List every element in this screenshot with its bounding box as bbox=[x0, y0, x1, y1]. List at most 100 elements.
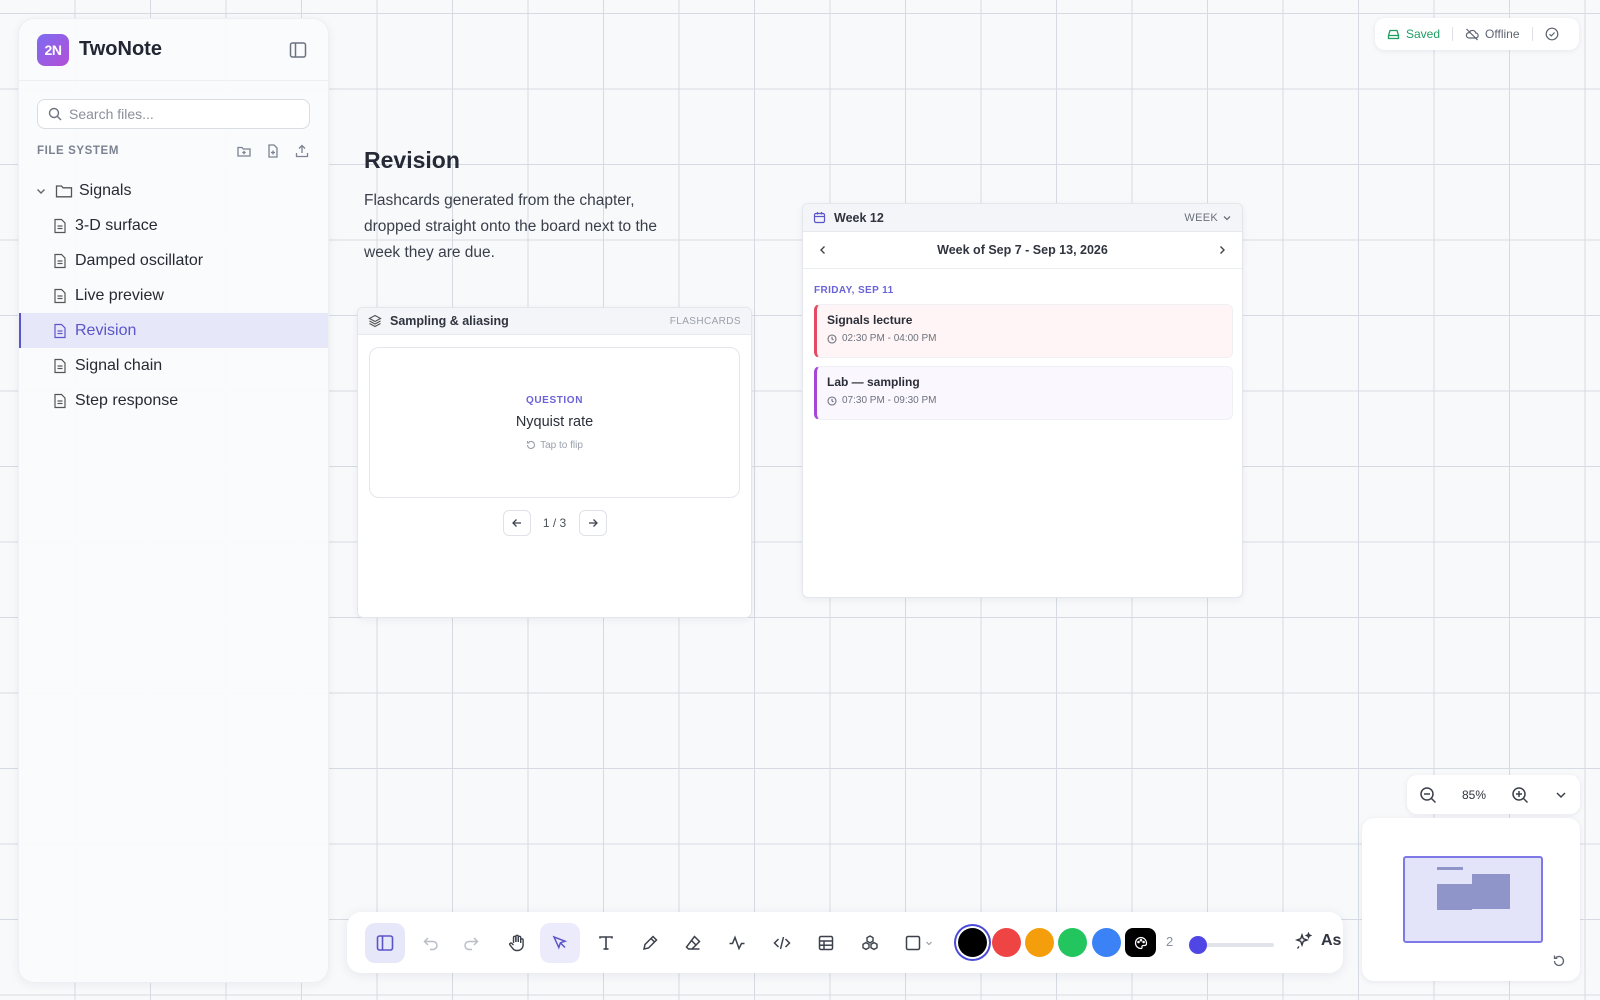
components-tool-button[interactable] bbox=[850, 923, 890, 963]
arrow-left-icon bbox=[511, 517, 523, 529]
card-position: 1 / 3 bbox=[542, 516, 567, 530]
square-icon bbox=[904, 934, 922, 952]
flashcard-term: Nyquist rate bbox=[515, 413, 594, 430]
board-title[interactable]: Revision bbox=[364, 147, 460, 174]
chevron-left-icon[interactable] bbox=[817, 244, 829, 256]
sidebar-toggle-icon[interactable] bbox=[286, 38, 310, 62]
day-label: FRIDAY, SEP 11 bbox=[814, 285, 894, 296]
calendar-widget[interactable]: Week 12 WEEK Week of Sep 7 - Sep 13, 202… bbox=[802, 203, 1243, 598]
redo-icon bbox=[462, 934, 480, 952]
ask-ai-label: As bbox=[1321, 932, 1342, 949]
event-title: Signals lecture bbox=[827, 313, 913, 327]
new-file-icon[interactable] bbox=[264, 143, 281, 160]
rotate-icon bbox=[526, 440, 536, 450]
upload-icon[interactable] bbox=[293, 143, 310, 160]
zoom-in-icon[interactable] bbox=[1511, 786, 1529, 804]
next-card-button[interactable] bbox=[578, 510, 607, 536]
sidebar-icon bbox=[375, 933, 395, 953]
minimap[interactable] bbox=[1362, 818, 1580, 981]
sidebar-toggle-button[interactable] bbox=[365, 923, 405, 963]
calendar-header[interactable]: Week 12 WEEK bbox=[803, 204, 1242, 232]
event-time-label: 02:30 PM - 04:00 PM bbox=[842, 333, 937, 344]
color-swatch-green[interactable] bbox=[1058, 928, 1087, 957]
color-swatch-black[interactable] bbox=[958, 928, 987, 957]
undo-icon bbox=[422, 934, 440, 952]
stroke-width-slider-thumb[interactable] bbox=[1189, 936, 1207, 954]
text-icon bbox=[597, 934, 615, 952]
calendar-event[interactable]: Lab — sampling 07:30 PM - 09:30 PM bbox=[814, 366, 1233, 420]
code-tool-button[interactable] bbox=[762, 923, 802, 963]
zoom-level: 85% bbox=[1461, 787, 1487, 802]
view-selector[interactable]: WEEK bbox=[1184, 212, 1232, 224]
pen-icon bbox=[641, 934, 659, 952]
table-icon bbox=[817, 934, 835, 952]
layers-icon bbox=[368, 314, 382, 328]
prev-card-button[interactable] bbox=[502, 510, 531, 536]
week-range: Week of Sep 7 - Sep 13, 2026 bbox=[937, 243, 1108, 257]
calendar-event[interactable]: Signals lecture 02:30 PM - 04:00 PM bbox=[814, 304, 1233, 358]
table-tool-button[interactable] bbox=[806, 923, 846, 963]
file-tree: Signals 3-D surface Damped oscillator Li… bbox=[19, 173, 328, 418]
app-title: TwoNote bbox=[79, 38, 162, 60]
arrow-right-icon bbox=[587, 517, 599, 529]
ask-ai-button[interactable]: As bbox=[1295, 932, 1341, 950]
folder-signals[interactable]: Signals bbox=[19, 173, 328, 208]
minimap-calendar-block bbox=[1472, 874, 1510, 909]
sidebar-header: 2N TwoNote bbox=[19, 19, 328, 81]
document-icon bbox=[53, 253, 69, 269]
new-folder-icon[interactable] bbox=[235, 143, 252, 160]
minimap-text-block bbox=[1437, 867, 1463, 870]
text-tool-button[interactable] bbox=[586, 923, 626, 963]
event-title: Lab — sampling bbox=[827, 375, 920, 389]
flashcard-pager: 1 / 3 bbox=[358, 510, 751, 536]
drawing-toolbar: 2 As bbox=[347, 912, 1343, 973]
board-description[interactable]: Flashcards generated from the chapter, d… bbox=[364, 188, 664, 266]
redo-button[interactable] bbox=[451, 923, 491, 963]
zoom-out-icon[interactable] bbox=[1419, 786, 1437, 804]
document-icon bbox=[53, 218, 69, 234]
undo-button[interactable] bbox=[411, 923, 451, 963]
search-input[interactable] bbox=[69, 106, 289, 122]
week-navigation: Week of Sep 7 - Sep 13, 2026 bbox=[803, 232, 1242, 269]
line-tool-button[interactable] bbox=[717, 923, 757, 963]
sparkles-icon bbox=[1295, 932, 1313, 950]
select-tool-button[interactable] bbox=[540, 923, 580, 963]
file-item-signal-chain[interactable]: Signal chain bbox=[19, 348, 328, 383]
drive-icon bbox=[1387, 28, 1400, 41]
reset-view-icon[interactable] bbox=[1552, 954, 1566, 968]
chevron-down-icon[interactable] bbox=[1554, 788, 1568, 802]
file-system-label: FILE SYSTEM bbox=[37, 145, 119, 157]
color-swatch-red[interactable] bbox=[992, 928, 1021, 957]
custom-color-button[interactable] bbox=[1125, 928, 1156, 957]
file-item-revision[interactable]: Revision bbox=[19, 313, 328, 348]
flashcards-widget[interactable]: Sampling & aliasing FLASHCARDS QUESTION … bbox=[357, 307, 752, 618]
file-item-3d-surface[interactable]: 3-D surface bbox=[19, 208, 328, 243]
cursor-icon bbox=[551, 934, 569, 952]
palette-icon bbox=[1134, 936, 1148, 950]
offline-status[interactable]: Offline bbox=[1465, 27, 1520, 41]
file-item-step-response[interactable]: Step response bbox=[19, 383, 328, 418]
file-item-live-preview[interactable]: Live preview bbox=[19, 278, 328, 313]
eraser-tool-button[interactable] bbox=[673, 923, 713, 963]
chevron-right-icon[interactable] bbox=[1216, 244, 1228, 256]
status-bar: Saved Offline bbox=[1375, 18, 1579, 50]
flashcards-header[interactable]: Sampling & aliasing FLASHCARDS bbox=[358, 308, 751, 335]
pen-tool-button[interactable] bbox=[630, 923, 670, 963]
search-box[interactable] bbox=[37, 99, 310, 129]
document-icon bbox=[53, 323, 69, 339]
check-circle-icon[interactable] bbox=[1545, 27, 1559, 41]
color-swatch-blue[interactable] bbox=[1092, 928, 1121, 957]
stroke-width-value: 2 bbox=[1166, 934, 1174, 949]
file-item-damped-oscillator[interactable]: Damped oscillator bbox=[19, 243, 328, 278]
cloud-off-icon bbox=[1465, 28, 1479, 41]
hand-tool-button[interactable] bbox=[497, 923, 537, 963]
flashcard-side-label: QUESTION bbox=[525, 394, 584, 406]
folder-label: Signals bbox=[79, 181, 132, 199]
shape-tool-button[interactable] bbox=[894, 923, 942, 963]
zoom-controls: 85% bbox=[1407, 775, 1580, 814]
chevron-down-icon[interactable] bbox=[35, 185, 49, 197]
color-swatch-orange[interactable] bbox=[1025, 928, 1054, 957]
event-time: 07:30 PM - 09:30 PM bbox=[827, 395, 1222, 406]
search-icon bbox=[48, 107, 62, 121]
flashcard[interactable]: QUESTION Nyquist rate Tap to flip bbox=[369, 347, 740, 498]
